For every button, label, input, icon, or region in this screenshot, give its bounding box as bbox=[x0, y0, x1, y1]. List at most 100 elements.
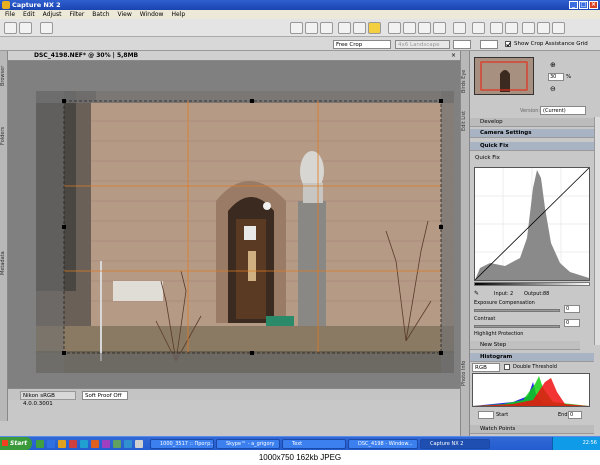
checkmark-icon bbox=[506, 42, 511, 47]
zoom-in-icon[interactable]: ⊕ bbox=[550, 61, 556, 69]
contrast-slider[interactable] bbox=[474, 325, 560, 328]
fill-icon[interactable] bbox=[537, 22, 550, 34]
histogram-header[interactable]: Histogram bbox=[470, 353, 594, 362]
soft-proof-select[interactable]: Soft Proof Off bbox=[82, 391, 128, 400]
quicklaunch-app-icon[interactable] bbox=[113, 440, 121, 448]
histogram-end-field[interactable]: 0 bbox=[568, 411, 582, 419]
marquee-icon[interactable] bbox=[505, 22, 518, 34]
crop-options-bar: Free Crop 4x6 Landscape Show Crop Assist… bbox=[0, 37, 600, 51]
curve-histogram-image bbox=[474, 167, 590, 281]
open-icon[interactable] bbox=[4, 22, 17, 34]
straighten-icon[interactable] bbox=[353, 22, 366, 34]
minimize-button[interactable]: _ bbox=[569, 1, 578, 9]
input-value: 2 bbox=[510, 291, 514, 297]
exposure-slider[interactable] bbox=[474, 309, 560, 312]
tab-photo-info[interactable]: Photo Info bbox=[461, 356, 470, 390]
crop-width-field[interactable] bbox=[453, 40, 471, 49]
histogram-start-label: Start bbox=[496, 412, 509, 418]
tab-metadata[interactable]: Metadata bbox=[0, 246, 8, 280]
camera-settings-header[interactable]: Camera Settings bbox=[470, 129, 594, 138]
gradient-icon[interactable] bbox=[552, 22, 565, 34]
tab-birds-eye[interactable]: Birds Eye bbox=[461, 65, 470, 97]
zoom-out-icon[interactable]: ⊖ bbox=[550, 85, 556, 93]
crop-height-field[interactable] bbox=[480, 40, 498, 49]
exposure-field[interactable]: 0 bbox=[564, 305, 580, 313]
menu-help[interactable]: Help bbox=[171, 10, 185, 19]
document-tab[interactable]: DSC_4198.NEF* @ 30% | 5,8MB × bbox=[8, 51, 460, 61]
task-image-viewer[interactable]: DSC_4198 - Window... bbox=[348, 439, 418, 449]
menu-view[interactable]: View bbox=[118, 10, 132, 19]
menu-window[interactable]: Window bbox=[140, 10, 164, 19]
histogram-graph bbox=[472, 373, 590, 407]
save-icon[interactable] bbox=[19, 22, 32, 34]
version-select[interactable]: (Current) bbox=[540, 106, 586, 115]
crop-icon[interactable] bbox=[368, 22, 381, 34]
histogram-start-field[interactable] bbox=[478, 411, 494, 419]
lasso-icon[interactable] bbox=[490, 22, 503, 34]
menu-batch[interactable]: Batch bbox=[92, 10, 109, 19]
taskbar: Start 1000_3517 :: Прогр... Skype™ - a_g… bbox=[0, 436, 600, 450]
black-control-point-icon[interactable] bbox=[403, 22, 416, 34]
crop-ratio-select[interactable]: 4x6 Landscape bbox=[395, 40, 450, 49]
task-browser[interactable]: 1000_3517 :: Прогр... bbox=[150, 439, 214, 449]
print-icon[interactable] bbox=[40, 22, 53, 34]
histogram-end-label: End bbox=[558, 412, 568, 418]
double-threshold-checkbox[interactable] bbox=[504, 364, 510, 370]
red-eye-icon[interactable] bbox=[453, 22, 466, 34]
curve-graph[interactable] bbox=[474, 167, 590, 281]
brush-icon[interactable] bbox=[522, 22, 535, 34]
task-capture-nx[interactable]: Capture NX 2 bbox=[420, 439, 490, 449]
start-button[interactable]: Start bbox=[0, 437, 32, 450]
image-canvas[interactable] bbox=[8, 61, 460, 388]
photo[interactable] bbox=[36, 91, 454, 373]
quicklaunch-opera-icon[interactable] bbox=[69, 440, 77, 448]
edit-list-scrollbar[interactable] bbox=[594, 117, 600, 345]
close-doc-icon[interactable]: × bbox=[451, 51, 456, 61]
quicklaunch-skype-icon[interactable] bbox=[80, 440, 88, 448]
menu-edit[interactable]: Edit bbox=[23, 10, 35, 19]
zoom-icon[interactable] bbox=[320, 22, 333, 34]
quicklaunch-media-icon[interactable] bbox=[102, 440, 110, 448]
exposure-label: Exposure Compensation bbox=[474, 300, 535, 306]
white-control-point-icon[interactable] bbox=[418, 22, 431, 34]
tab-browser[interactable]: Browser bbox=[0, 61, 8, 91]
neutral-control-point-icon[interactable] bbox=[433, 22, 446, 34]
histogram-channel-select[interactable]: RGB bbox=[472, 363, 500, 372]
birds-eye-thumbnail[interactable] bbox=[474, 57, 534, 95]
maximize-button[interactable]: □ bbox=[579, 1, 588, 9]
rotate-icon[interactable] bbox=[338, 22, 351, 34]
eyedropper-icon[interactable]: ✎ bbox=[474, 290, 479, 297]
develop-header[interactable]: Develop bbox=[470, 118, 594, 127]
menu-filter[interactable]: Filter bbox=[69, 10, 84, 19]
contrast-field[interactable]: 0 bbox=[564, 319, 580, 327]
menu-adjust[interactable]: Adjust bbox=[43, 10, 62, 19]
quicklaunch-explorer-icon[interactable] bbox=[58, 440, 66, 448]
watch-points-header[interactable]: Watch Points bbox=[470, 425, 594, 434]
title-bar: Capture NX 2 _ □ × bbox=[0, 0, 600, 10]
right-panel: ⊕ 30 % ⊖ Version: (Current) Develop Came… bbox=[470, 51, 600, 436]
quicklaunch-messenger-icon[interactable] bbox=[124, 440, 132, 448]
task-skype[interactable]: Skype™ - a_grigory bbox=[216, 439, 280, 449]
task-text[interactable]: Text bbox=[282, 439, 346, 449]
quicklaunch-firefox-icon[interactable] bbox=[91, 440, 99, 448]
zoom-field[interactable]: 30 bbox=[548, 73, 564, 81]
quick-fix-header[interactable]: Quick Fix bbox=[470, 142, 594, 151]
hand-icon[interactable] bbox=[305, 22, 318, 34]
crop-grid-label: Show Crop Assistance Grid bbox=[514, 41, 588, 47]
quick-fix-sublabel: Quick Fix bbox=[475, 155, 500, 161]
auto-retouch-icon[interactable] bbox=[472, 22, 485, 34]
color-control-point-icon[interactable] bbox=[388, 22, 401, 34]
menu-file[interactable]: File bbox=[5, 10, 15, 19]
crop-mode-select[interactable]: Free Crop bbox=[333, 40, 391, 49]
quicklaunch-notepad-icon[interactable] bbox=[135, 440, 143, 448]
system-tray: 22:56 bbox=[552, 437, 600, 450]
new-step-button[interactable]: New Step bbox=[470, 341, 580, 350]
quicklaunch-desktop-icon[interactable] bbox=[36, 440, 44, 448]
direct-select-icon[interactable] bbox=[290, 22, 303, 34]
tab-edit-list[interactable]: Edit List bbox=[461, 106, 470, 136]
quicklaunch-ie-icon[interactable] bbox=[47, 440, 55, 448]
crop-grid-checkbox[interactable] bbox=[505, 41, 511, 47]
input-label: Input: bbox=[494, 291, 509, 297]
tab-folders[interactable]: Folders bbox=[0, 121, 8, 151]
close-button[interactable]: × bbox=[589, 1, 598, 9]
